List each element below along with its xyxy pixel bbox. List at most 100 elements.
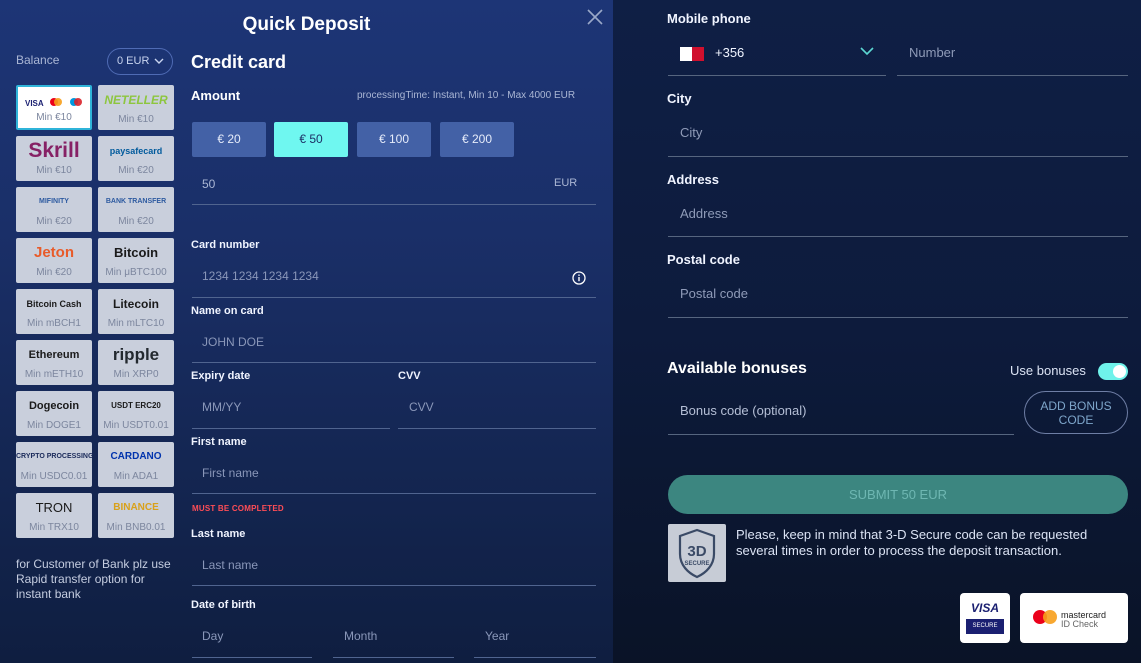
chevron-down-icon [154, 49, 164, 84]
city-label: City [667, 91, 692, 106]
last-name-input[interactable]: Last name [202, 558, 258, 572]
phone-number-underline [897, 75, 1128, 76]
cvv-label: CVV [398, 370, 421, 382]
bonus-code-underline [668, 434, 1014, 435]
add-bonus-code-button[interactable]: ADD BONUS CODE [1024, 391, 1128, 434]
payment-method-min: Min mETH10 [24, 369, 84, 380]
payment-method-min: Min €10 [118, 114, 154, 125]
dob-year-underline [474, 657, 596, 658]
amount-input[interactable]: 50 [202, 177, 215, 191]
dob-day-input[interactable]: Day [202, 629, 223, 643]
amount-button-50[interactable]: € 50 [274, 122, 348, 157]
ripple-logo: ripple [112, 345, 160, 364]
litecoin-logo: Litecoin [112, 297, 159, 311]
mifinity-logo: MIFINITY [39, 198, 69, 205]
expiry-input[interactable]: MM/YY [202, 400, 241, 414]
card-number-input[interactable]: 1234 1234 1234 1234 [202, 269, 319, 283]
neteller-logo: NETELLER [104, 93, 168, 107]
payment-method-ethereum[interactable]: Ethereum Min mETH10 [16, 340, 92, 385]
info-icon[interactable] [572, 271, 586, 290]
payment-method-min: Min ADA1 [113, 471, 159, 482]
address-underline [668, 236, 1128, 237]
payment-method-cards[interactable]: VISA Min €10 [16, 85, 92, 130]
payment-method-paysafecard[interactable]: paysafecard Min €20 [98, 136, 174, 181]
paysafecard-logo: paysafecard [109, 146, 163, 156]
mastercard-icon [1032, 609, 1058, 630]
bonuses-title: Available bonuses [667, 360, 807, 377]
tron-logo: TRON [35, 500, 73, 515]
first-name-label: First name [191, 436, 247, 448]
cvv-underline [398, 428, 596, 429]
use-bonuses-toggle[interactable] [1098, 363, 1128, 380]
payment-method-mifinity[interactable]: MIFINITY Min €20 [16, 187, 92, 232]
bitcoin-logo: Bitcoin [113, 245, 159, 260]
payment-method-min: Min €10 [36, 165, 72, 176]
payment-method-cryptoprocessing[interactable]: CRYPTO PROCESSING Min USDC0.01 [16, 442, 92, 487]
payment-method-ripple[interactable]: ripple Min XRP0 [98, 340, 174, 385]
city-input[interactable]: City [680, 125, 702, 140]
name-on-card-label: Name on card [191, 305, 264, 317]
skrill-logo: Skrill [28, 139, 80, 162]
address-input[interactable]: Address [680, 206, 728, 221]
dob-year-input[interactable]: Year [485, 629, 509, 643]
payment-method-neteller[interactable]: NETELLER Min €10 [98, 85, 174, 130]
card-brands-icon: VISA [18, 91, 90, 113]
payment-method-cardano[interactable]: CARDANO Min ADA1 [98, 442, 174, 487]
amount-label: Amount [191, 88, 241, 103]
postal-code-underline [668, 317, 1128, 318]
first-name-underline [192, 493, 596, 494]
payment-method-tron[interactable]: TRON Min TRX10 [16, 493, 92, 538]
payment-method-usdt[interactable]: USDT ERC20 Min USDT0.01 [98, 391, 174, 436]
usdt-logo: USDT ERC20 [111, 401, 161, 410]
payment-method-bitcoin[interactable]: Bitcoin Min μBTC100 [98, 238, 174, 283]
malta-flag-icon [680, 47, 704, 61]
amount-button-100[interactable]: € 100 [357, 122, 431, 157]
dob-month-input[interactable]: Month [344, 629, 377, 643]
payment-method-dogecoin[interactable]: Dogecoin Min DOGE1 [16, 391, 92, 436]
first-name-input[interactable]: First name [202, 466, 259, 480]
bitcoin-cash-logo: Bitcoin Cash [26, 299, 82, 309]
payment-method-jeton[interactable]: Jeton Min €20 [16, 238, 92, 283]
payment-method-min: Min USDC0.01 [20, 471, 88, 482]
cvv-input[interactable]: CVV [409, 400, 434, 414]
amount-button-20[interactable]: € 20 [192, 122, 266, 157]
name-underline [192, 362, 596, 363]
secure-note: Please, keep in mind that 3-D Secure cod… [736, 527, 1088, 558]
payment-method-skrill[interactable]: Skrill Min €10 [16, 136, 92, 181]
amount-button-200[interactable]: € 200 [440, 122, 514, 157]
balance-label: Balance [16, 53, 60, 67]
processing-time: processingTime: Instant, Min 10 - Max 40… [357, 90, 576, 101]
address-label: Address [667, 172, 720, 187]
city-underline [668, 156, 1128, 157]
amount-currency: EUR [554, 177, 578, 189]
cryptoprocessing-logo: CRYPTO PROCESSING [16, 453, 92, 460]
payment-method-bitcoin-cash[interactable]: Bitcoin Cash Min mBCH1 [16, 289, 92, 334]
mobile-phone-label: Mobile phone [667, 11, 751, 26]
mastercard-badge-subtext: ID Check [1061, 619, 1099, 629]
payment-method-min: Min €20 [36, 216, 72, 227]
submit-button[interactable]: SUBMIT 50 EUR [668, 475, 1128, 514]
visa-secure-badge: VISA SECURE [960, 593, 1010, 643]
payment-method-bank-transfer[interactable]: BANK TRANSFER Min €20 [98, 187, 174, 232]
expiry-label: Expiry date [191, 370, 251, 382]
use-bonuses-label: Use bonuses [1010, 363, 1086, 378]
bonus-code-input[interactable]: Bonus code (optional) [680, 403, 806, 418]
name-on-card-input[interactable]: JOHN DOE [202, 335, 264, 349]
phone-number-input[interactable]: Number [909, 45, 955, 60]
mastercard-id-check-badge: mastercard ID Check [1020, 593, 1128, 643]
first-name-error: MUST BE COMPLETED [192, 504, 284, 513]
chevron-down-icon[interactable] [860, 44, 874, 61]
visa-badge-subtext: SECURE [966, 619, 1004, 634]
card-number-label: Card number [191, 239, 260, 251]
country-code[interactable]: +356 [715, 45, 744, 60]
postal-code-input[interactable]: Postal code [680, 286, 748, 301]
dob-day-underline [192, 657, 312, 658]
payment-method-binance[interactable]: BINANCE Min BNB0.01 [98, 493, 174, 538]
balance-value: 0 EUR [117, 55, 150, 67]
amount-underline [192, 204, 596, 205]
payment-method-min: Min XRP0 [113, 369, 159, 380]
payment-method-min: Min €10 [36, 112, 72, 123]
close-icon[interactable] [584, 8, 606, 30]
payment-method-litecoin[interactable]: Litecoin Min mLTC10 [98, 289, 174, 334]
balance-dropdown[interactable]: 0 EUR [107, 48, 173, 75]
